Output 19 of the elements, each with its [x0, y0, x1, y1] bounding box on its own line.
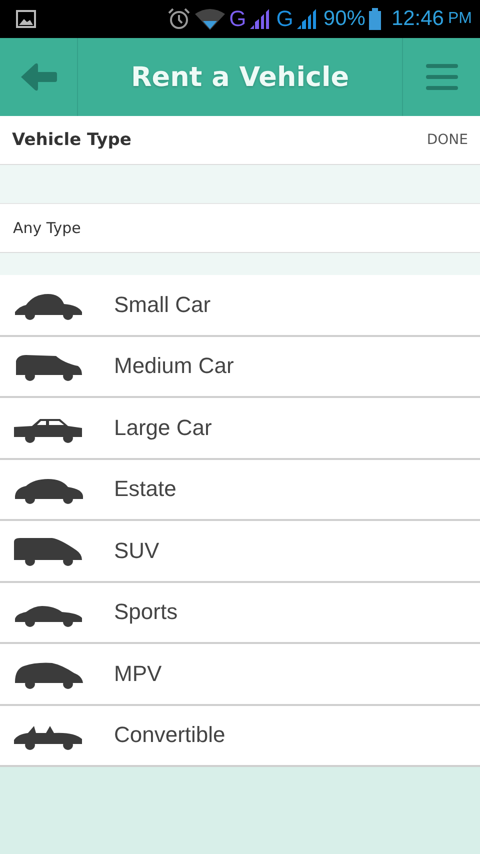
clock-meridiem: PM [448, 10, 472, 28]
clock-time: 12:46 [391, 7, 444, 31]
battery-text: 90% [323, 7, 366, 31]
vehicle-type-item[interactable]: Medium Car [0, 336, 480, 398]
any-type-item[interactable]: Any Type [0, 203, 480, 253]
vehicle-type-item[interactable]: Estate [0, 460, 480, 521]
vehicle-type-item[interactable]: Sports [0, 582, 480, 644]
wifi-icon [195, 8, 226, 30]
battery-icon [369, 8, 382, 30]
vehicle-type-item[interactable]: Convertible [0, 706, 480, 767]
image-icon [16, 10, 36, 28]
screen-title: Rent a Vehicle [130, 60, 350, 94]
network-type-text: G [276, 6, 294, 32]
network-type-text: G [229, 6, 246, 32]
back-arrow-icon [18, 62, 58, 92]
section-title: Vehicle Type [12, 130, 132, 150]
alarm-icon [167, 7, 192, 31]
van-icon [12, 536, 84, 566]
menu-icon [426, 64, 458, 90]
